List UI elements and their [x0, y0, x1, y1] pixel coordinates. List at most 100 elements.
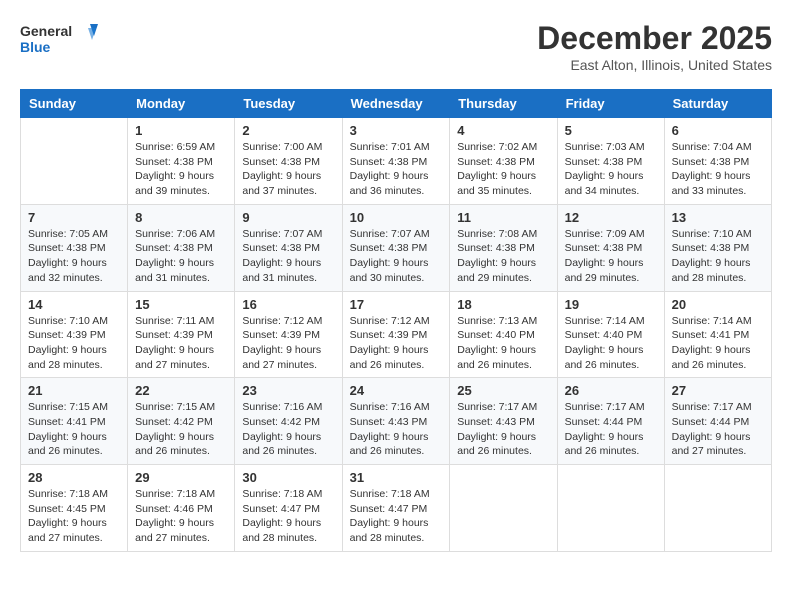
day-number: 16: [242, 297, 334, 312]
day-number: 4: [457, 123, 549, 138]
day-number: 25: [457, 383, 549, 398]
day-cell: 9 Sunrise: 7:07 AM Sunset: 4:38 PM Daylig…: [235, 204, 342, 291]
day-info: Sunrise: 7:08 AM Sunset: 4:38 PM Dayligh…: [457, 227, 549, 286]
calendar-body: 1 Sunrise: 6:59 AM Sunset: 4:38 PM Daylig…: [21, 118, 772, 552]
column-header-wednesday: Wednesday: [342, 90, 450, 118]
day-info: Sunrise: 7:10 AM Sunset: 4:38 PM Dayligh…: [672, 227, 764, 286]
day-cell: 8 Sunrise: 7:06 AM Sunset: 4:38 PM Daylig…: [128, 204, 235, 291]
week-row-4: 21Sunrise: 7:15 AM Sunset: 4:41 PM Dayli…: [21, 378, 772, 465]
day-number: 8: [135, 210, 227, 225]
day-number: 20: [672, 297, 764, 312]
day-info: Sunrise: 6:59 AM Sunset: 4:38 PM Dayligh…: [135, 140, 227, 199]
day-number: 23: [242, 383, 334, 398]
day-cell: 24 Sunrise: 7:16 AM Sunset: 4:43 PM Dayli…: [342, 378, 450, 465]
day-number: 28: [28, 470, 120, 485]
day-cell: 4 Sunrise: 7:02 AM Sunset: 4:38 PM Daylig…: [450, 118, 557, 205]
day-number: 3: [350, 123, 443, 138]
svg-text:General: General: [20, 23, 72, 39]
day-cell: 3 Sunrise: 7:01 AM Sunset: 4:38 PM Daylig…: [342, 118, 450, 205]
day-info: Sunrise: 7:14 AM Sunset: 4:40 PM Dayligh…: [565, 314, 657, 373]
day-info: Sunrise: 7:12 AM Sunset: 4:39 PM Dayligh…: [350, 314, 443, 373]
day-info: Sunrise: 7:05 AM Sunset: 4:38 PM Dayligh…: [28, 227, 120, 286]
day-number: 7: [28, 210, 120, 225]
calendar-header-row: SundayMondayTuesdayWednesdayThursdayFrid…: [21, 90, 772, 118]
day-number: 17: [350, 297, 443, 312]
location: East Alton, Illinois, United States: [537, 57, 772, 73]
day-number: 1: [135, 123, 227, 138]
column-header-monday: Monday: [128, 90, 235, 118]
day-info: Sunrise: 7:10 AM Sunset: 4:39 PM Dayligh…: [28, 314, 120, 373]
day-info: Sunrise: 7:06 AM Sunset: 4:38 PM Dayligh…: [135, 227, 227, 286]
day-number: 5: [565, 123, 657, 138]
day-number: 24: [350, 383, 443, 398]
day-number: 22: [135, 383, 227, 398]
day-cell: 22 Sunrise: 7:15 AM Sunset: 4:42 PM Dayli…: [128, 378, 235, 465]
day-number: 6: [672, 123, 764, 138]
week-row-3: 14Sunrise: 7:10 AM Sunset: 4:39 PM Dayli…: [21, 291, 772, 378]
day-info: Sunrise: 7:07 AM Sunset: 4:38 PM Dayligh…: [242, 227, 334, 286]
day-number: 13: [672, 210, 764, 225]
day-info: Sunrise: 7:13 AM Sunset: 4:40 PM Dayligh…: [457, 314, 549, 373]
day-info: Sunrise: 7:01 AM Sunset: 4:38 PM Dayligh…: [350, 140, 443, 199]
day-cell: 31 Sunrise: 7:18 AM Sunset: 4:47 PM Dayli…: [342, 465, 450, 552]
day-info: Sunrise: 7:15 AM Sunset: 4:42 PM Dayligh…: [135, 400, 227, 459]
day-cell: 15 Sunrise: 7:11 AM Sunset: 4:39 PM Dayli…: [128, 291, 235, 378]
logo: General Blue: [20, 20, 100, 60]
day-info: Sunrise: 7:18 AM Sunset: 4:45 PM Dayligh…: [28, 487, 120, 546]
day-cell: 18Sunrise: 7:13 AM Sunset: 4:40 PM Dayli…: [450, 291, 557, 378]
day-cell: 7 Sunrise: 7:05 AM Sunset: 4:38 PM Daylig…: [21, 204, 128, 291]
day-cell: 6 Sunrise: 7:04 AM Sunset: 4:38 PM Daylig…: [664, 118, 771, 205]
calendar-table: SundayMondayTuesdayWednesdayThursdayFrid…: [20, 89, 772, 552]
day-number: 26: [565, 383, 657, 398]
page-header: General Blue December 2025 East Alton, I…: [20, 20, 772, 73]
day-cell: [664, 465, 771, 552]
day-cell: 23Sunrise: 7:16 AM Sunset: 4:42 PM Dayli…: [235, 378, 342, 465]
day-info: Sunrise: 7:09 AM Sunset: 4:38 PM Dayligh…: [565, 227, 657, 286]
week-row-5: 28 Sunrise: 7:18 AM Sunset: 4:45 PM Dayli…: [21, 465, 772, 552]
column-header-saturday: Saturday: [664, 90, 771, 118]
day-cell: 26 Sunrise: 7:17 AM Sunset: 4:44 PM Dayli…: [557, 378, 664, 465]
day-number: 9: [242, 210, 334, 225]
day-cell: 27Sunrise: 7:17 AM Sunset: 4:44 PM Dayli…: [664, 378, 771, 465]
day-number: 15: [135, 297, 227, 312]
day-info: Sunrise: 7:16 AM Sunset: 4:43 PM Dayligh…: [350, 400, 443, 459]
day-info: Sunrise: 7:11 AM Sunset: 4:39 PM Dayligh…: [135, 314, 227, 373]
day-cell: 14Sunrise: 7:10 AM Sunset: 4:39 PM Dayli…: [21, 291, 128, 378]
day-number: 21: [28, 383, 120, 398]
day-info: Sunrise: 7:04 AM Sunset: 4:38 PM Dayligh…: [672, 140, 764, 199]
day-info: Sunrise: 7:17 AM Sunset: 4:43 PM Dayligh…: [457, 400, 549, 459]
day-cell: 10Sunrise: 7:07 AM Sunset: 4:38 PM Dayli…: [342, 204, 450, 291]
title-block: December 2025 East Alton, Illinois, Unit…: [537, 20, 772, 73]
day-number: 19: [565, 297, 657, 312]
day-number: 12: [565, 210, 657, 225]
day-cell: 17 Sunrise: 7:12 AM Sunset: 4:39 PM Dayli…: [342, 291, 450, 378]
day-number: 29: [135, 470, 227, 485]
day-info: Sunrise: 7:02 AM Sunset: 4:38 PM Dayligh…: [457, 140, 549, 199]
day-info: Sunrise: 7:03 AM Sunset: 4:38 PM Dayligh…: [565, 140, 657, 199]
week-row-1: 1 Sunrise: 6:59 AM Sunset: 4:38 PM Daylig…: [21, 118, 772, 205]
day-info: Sunrise: 7:00 AM Sunset: 4:38 PM Dayligh…: [242, 140, 334, 199]
day-info: Sunrise: 7:18 AM Sunset: 4:47 PM Dayligh…: [242, 487, 334, 546]
day-number: 2: [242, 123, 334, 138]
day-info: Sunrise: 7:18 AM Sunset: 4:46 PM Dayligh…: [135, 487, 227, 546]
day-info: Sunrise: 7:18 AM Sunset: 4:47 PM Dayligh…: [350, 487, 443, 546]
day-number: 27: [672, 383, 764, 398]
column-header-friday: Friday: [557, 90, 664, 118]
day-info: Sunrise: 7:17 AM Sunset: 4:44 PM Dayligh…: [565, 400, 657, 459]
day-cell: [557, 465, 664, 552]
day-number: 31: [350, 470, 443, 485]
day-cell: 5 Sunrise: 7:03 AM Sunset: 4:38 PM Daylig…: [557, 118, 664, 205]
day-cell: [450, 465, 557, 552]
day-cell: 11Sunrise: 7:08 AM Sunset: 4:38 PM Dayli…: [450, 204, 557, 291]
month-title: December 2025: [537, 20, 772, 57]
day-cell: 13 Sunrise: 7:10 AM Sunset: 4:38 PM Dayli…: [664, 204, 771, 291]
day-cell: 21Sunrise: 7:15 AM Sunset: 4:41 PM Dayli…: [21, 378, 128, 465]
column-header-thursday: Thursday: [450, 90, 557, 118]
day-info: Sunrise: 7:07 AM Sunset: 4:38 PM Dayligh…: [350, 227, 443, 286]
day-cell: 20Sunrise: 7:14 AM Sunset: 4:41 PM Dayli…: [664, 291, 771, 378]
svg-text:Blue: Blue: [20, 39, 51, 55]
day-cell: 25 Sunrise: 7:17 AM Sunset: 4:43 PM Dayli…: [450, 378, 557, 465]
day-cell: 1 Sunrise: 6:59 AM Sunset: 4:38 PM Daylig…: [128, 118, 235, 205]
column-header-sunday: Sunday: [21, 90, 128, 118]
day-number: 30: [242, 470, 334, 485]
